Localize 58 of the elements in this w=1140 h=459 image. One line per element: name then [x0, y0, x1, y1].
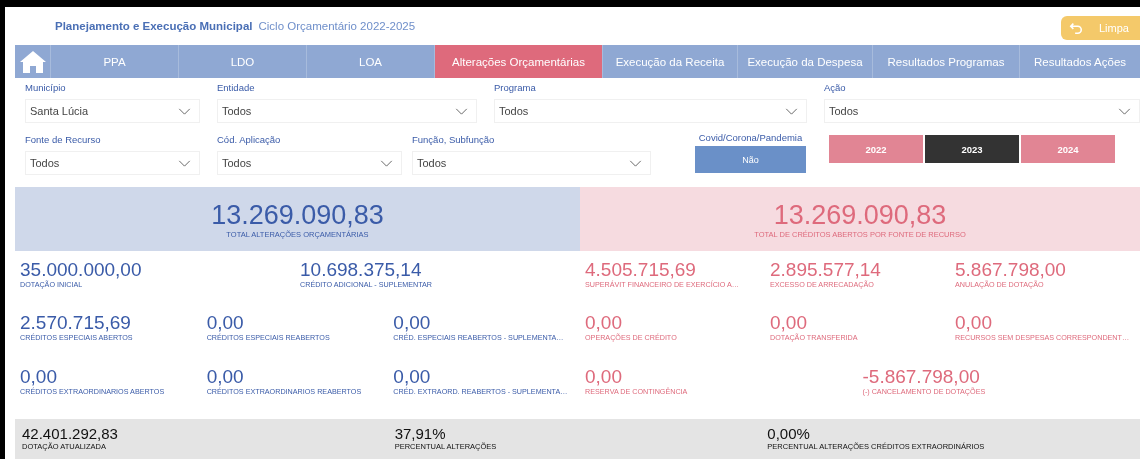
filter-label: Município: [25, 82, 67, 95]
metric-value: 0,00: [955, 312, 992, 334]
filter-label: Cód. Aplicação: [217, 134, 282, 147]
filter-dropdown[interactable]: Todos: [494, 99, 807, 123]
metric-value: 10.698.375,14: [300, 259, 422, 280]
metric-value: 0,00: [20, 365, 57, 387]
filter-dropdown[interactable]: Todos: [217, 99, 477, 123]
metric-value: 0,00: [206, 312, 244, 334]
metric-value: 5.867.798,00: [955, 259, 1066, 280]
filter-dropdown[interactable]: Todos: [25, 151, 200, 175]
chevron-down-icon: [380, 159, 393, 167]
total-value: 13.269.090,83: [773, 199, 947, 230]
dashboard-subtitle: Ciclo Orçamentário 2022-2025: [258, 20, 416, 32]
metric-value: -5.867.798,00: [862, 365, 980, 387]
home-icon: [18, 49, 47, 74]
nav-tab[interactable]: Execução da Receita: [602, 45, 737, 78]
metric-value: 0,00: [585, 365, 622, 387]
chevron-down-icon: [1118, 107, 1131, 115]
summary-value: 0,00%: [767, 425, 810, 442]
filter-label: Ação: [824, 82, 847, 95]
metric-value: 0,00: [393, 365, 431, 387]
year-button[interactable]: 2024: [1021, 135, 1115, 163]
filter-label: Covid/Corona/Pandemia: [697, 132, 804, 145]
summary-value: 37,91%: [394, 425, 446, 442]
nav-tab[interactable]: LDO: [178, 45, 306, 78]
chevron-down-icon: [178, 107, 191, 115]
filter-dropdown[interactable]: Todos: [217, 151, 402, 175]
year-button[interactable]: 2022: [829, 135, 923, 163]
nav-tab[interactable]: Resultados Programas: [872, 45, 1019, 78]
metric-value: 0,00: [393, 312, 431, 334]
chevron-down-icon: [178, 159, 191, 167]
metric-value: 0,00: [585, 312, 622, 334]
chevron-down-icon: [629, 159, 642, 167]
metric-value: 0,00: [206, 365, 244, 387]
nav-tab[interactable]: PPA: [50, 45, 178, 78]
filter-dropdown[interactable]: Todos: [824, 99, 1140, 123]
undo-icon: [1069, 21, 1083, 35]
chevron-down-icon: [785, 107, 798, 115]
metric-value: 4.505.715,69: [585, 259, 696, 280]
filter-label: Programa: [494, 82, 537, 95]
filter-label: Fonte de Recurso: [25, 134, 102, 147]
nav-tab[interactable]: Execução da Despesa: [737, 45, 872, 78]
year-button[interactable]: 2023: [925, 135, 1019, 163]
filter-dropdown[interactable]: Santa Lúcia: [25, 99, 200, 123]
summary-value: 42.401.292,83: [22, 425, 118, 442]
filter-label: Entidade: [217, 82, 256, 95]
metric-value: 2.895.577,14: [770, 259, 881, 280]
metric-value: 35.000.000,00: [20, 259, 142, 280]
nav-tab[interactable]: Resultados Ações: [1019, 45, 1140, 78]
covid-toggle-button[interactable]: Não: [695, 146, 806, 173]
metric-value: 0,00: [770, 312, 807, 334]
dashboard-title: Planejamento e Execução Municipal: [55, 20, 253, 32]
filter-dropdown[interactable]: Todos: [412, 151, 651, 175]
metric-value: 2.570.715,69: [20, 312, 131, 334]
total-value: 13.269.090,83: [211, 199, 384, 230]
filter-label: Função, Subfunção: [412, 134, 496, 147]
chevron-down-icon: [455, 107, 468, 115]
nav-tab[interactable]: Alterações Orçamentárias: [434, 45, 602, 78]
